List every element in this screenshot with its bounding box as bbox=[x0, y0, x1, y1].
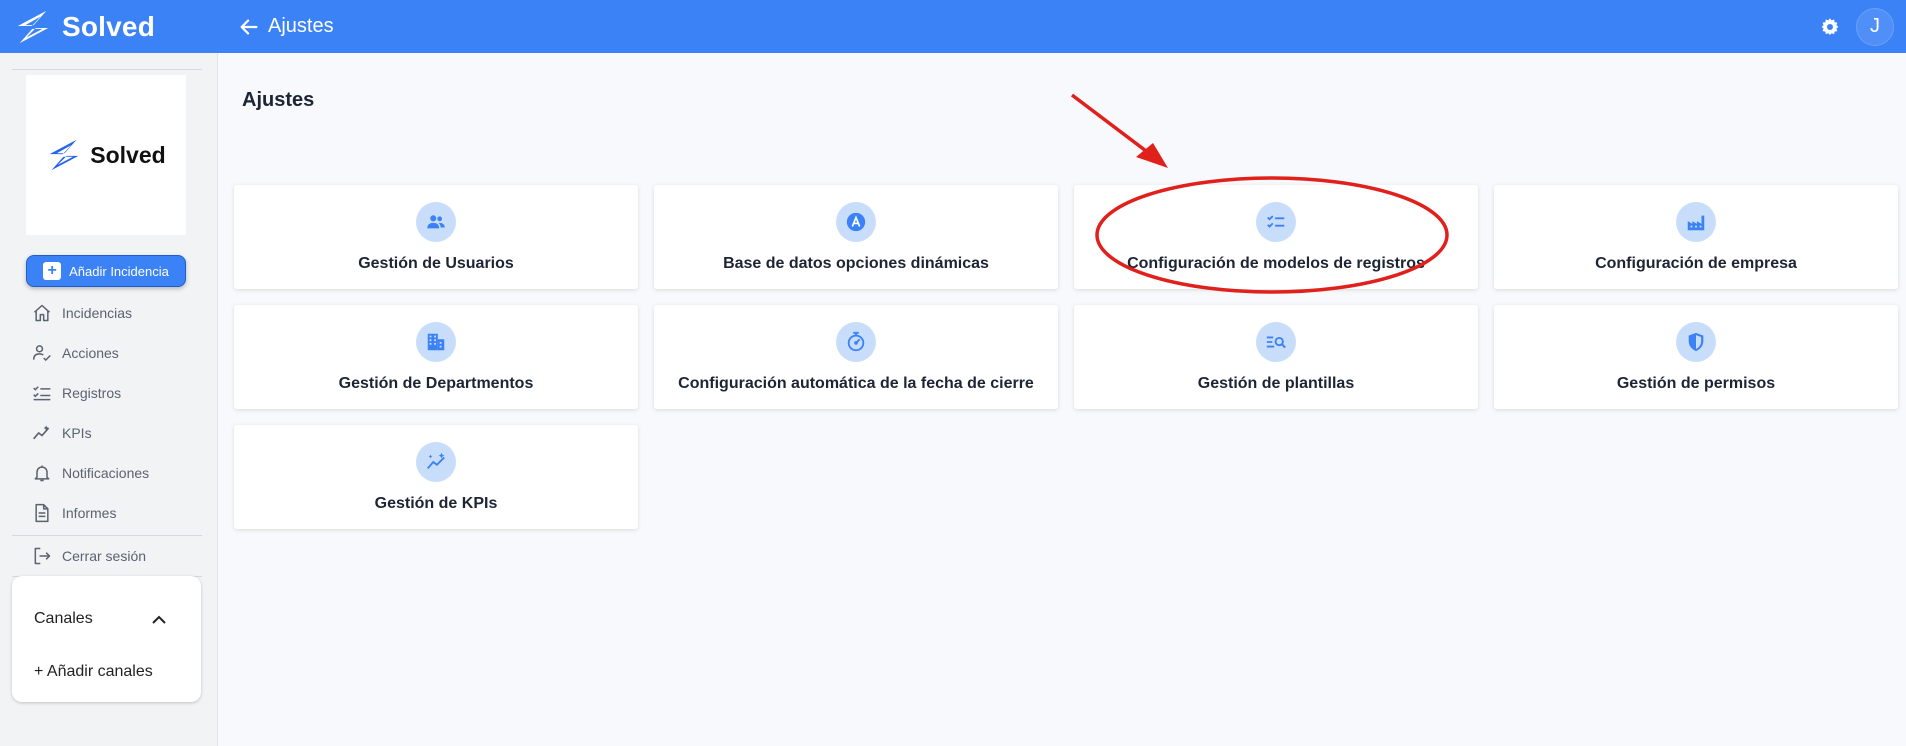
card-label: Gestión de Usuarios bbox=[358, 255, 514, 272]
logout-icon bbox=[34, 547, 51, 565]
sidebar-item-label: Notificaciones bbox=[62, 465, 150, 481]
card-gestion-permisos[interactable]: Gestión de permisos bbox=[1494, 305, 1898, 409]
page-title: Ajustes bbox=[242, 89, 315, 111]
settings-button[interactable] bbox=[1820, 17, 1840, 37]
logout-section: Cerrar sesión bbox=[0, 536, 218, 576]
logout-label: Cerrar sesión bbox=[62, 548, 147, 564]
card-label: Gestión de Departmentos bbox=[338, 375, 534, 392]
back-button[interactable]: Ajustes bbox=[238, 15, 334, 38]
channels-title: Canales bbox=[34, 610, 93, 627]
user-check-icon bbox=[32, 345, 51, 362]
card-label: Gestión de permisos bbox=[1616, 375, 1776, 392]
top-title: Ajustes bbox=[268, 15, 334, 37]
card-base-datos-opciones[interactable]: Base de datos opciones dinámicas bbox=[654, 185, 1058, 289]
sidebar: Solved + Añadir Incidencia Incidencias A… bbox=[0, 53, 218, 746]
solved-logo-icon bbox=[49, 139, 79, 171]
trending-icon bbox=[33, 425, 50, 440]
card-config-modelos-registros[interactable]: Configuración de modelos de registros bbox=[1074, 185, 1478, 289]
bell-icon bbox=[34, 465, 50, 482]
card-label: Configuración de modelos de registros bbox=[1127, 255, 1425, 272]
card-config-fecha-cierre[interactable]: Configuración automática de la fecha de … bbox=[654, 305, 1058, 409]
card-gestion-kpis[interactable]: Gestión de KPIs bbox=[234, 425, 638, 529]
card-gestion-departamentos[interactable]: Gestión de Departmentos bbox=[234, 305, 638, 409]
factory-icon bbox=[1676, 202, 1716, 242]
users-icon bbox=[416, 202, 456, 242]
shield-icon bbox=[1676, 322, 1716, 362]
document-icon bbox=[35, 503, 49, 523]
sidebar-item-notificaciones[interactable]: Notificaciones bbox=[0, 453, 218, 493]
channels-panel: Canales + Añadir canales bbox=[12, 576, 201, 702]
card-label: Base de datos opciones dinámicas bbox=[723, 255, 989, 272]
card-label: Configuración automática de la fecha de … bbox=[678, 375, 1034, 392]
gear-icon bbox=[1821, 17, 1839, 35]
company-logo: Solved bbox=[26, 75, 186, 235]
card-label: Gestión de KPIs bbox=[374, 495, 498, 512]
sidebar-item-label: Incidencias bbox=[62, 305, 133, 321]
plus-icon: + bbox=[43, 262, 62, 280]
checklist-icon bbox=[1256, 202, 1296, 242]
arrow-left-icon bbox=[240, 18, 258, 35]
card-label: Gestión de plantillas bbox=[1197, 375, 1355, 392]
top-bar: Solved Ajustes J bbox=[0, 0, 1906, 53]
brand[interactable]: Solved bbox=[0, 7, 218, 47]
building-icon bbox=[416, 322, 456, 362]
solved-logo-icon bbox=[17, 10, 49, 43]
add-incident-label: Añadir Incidencia bbox=[69, 263, 169, 279]
annotation-arrow-line bbox=[1070, 93, 1152, 156]
checklist-icon bbox=[33, 386, 51, 401]
avatar[interactable]: J bbox=[1856, 7, 1894, 46]
card-label: Configuración de empresa bbox=[1595, 255, 1797, 272]
sidebar-item-label: KPIs bbox=[62, 425, 92, 441]
sparkle-chart-icon bbox=[416, 442, 456, 482]
sidebar-item-incidencias[interactable]: Incidencias bbox=[0, 293, 218, 333]
list-search-icon bbox=[1256, 322, 1296, 362]
annotation-arrow-head bbox=[1136, 143, 1168, 168]
sidebar-nav: Incidencias Acciones Registros KPIs Noti… bbox=[0, 293, 218, 533]
logout-button[interactable]: Cerrar sesión bbox=[0, 536, 218, 576]
divider bbox=[12, 69, 202, 70]
sidebar-item-label: Registros bbox=[62, 385, 122, 401]
card-config-empresa[interactable]: Configuración de empresa bbox=[1494, 185, 1898, 289]
sidebar-item-kpis[interactable]: KPIs bbox=[0, 413, 218, 453]
card-gestion-plantillas[interactable]: Gestión de plantillas bbox=[1074, 305, 1478, 409]
card-gestion-usuarios[interactable]: Gestión de Usuarios bbox=[234, 185, 638, 289]
brand-name: Solved bbox=[62, 10, 156, 42]
chevron-up-icon bbox=[152, 615, 166, 624]
sidebar-item-label: Acciones bbox=[62, 345, 119, 361]
sidebar-item-informes[interactable]: Informes bbox=[0, 493, 218, 533]
sidebar-item-label: Informes bbox=[62, 505, 117, 521]
sidebar-item-acciones[interactable]: Acciones bbox=[0, 333, 218, 373]
logo-text: Solved bbox=[90, 141, 166, 168]
sidebar-item-registros[interactable]: Registros bbox=[0, 373, 218, 413]
collapse-channels-button[interactable] bbox=[151, 612, 167, 630]
timer-icon bbox=[836, 322, 876, 362]
letter-a-icon bbox=[836, 202, 876, 242]
add-channels-button[interactable]: + Añadir canales bbox=[34, 663, 153, 681]
home-icon bbox=[34, 304, 50, 322]
add-incident-button[interactable]: + Añadir Incidencia bbox=[26, 255, 186, 287]
